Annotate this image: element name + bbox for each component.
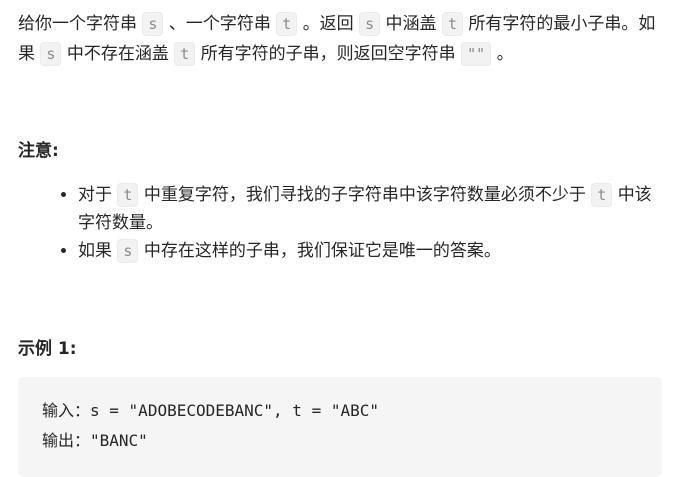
intro-text: 给你一个字符串	[18, 14, 137, 34]
intro-text: 。	[496, 44, 514, 64]
note-text: 如果	[78, 241, 112, 261]
code-t: t	[441, 12, 463, 36]
notes-list: 对于 t 中重复字符，我们寻找的子字符串中该字符数量必须不少于 t 中该字符数量…	[18, 181, 668, 265]
output-label: 输出：	[42, 431, 91, 450]
list-item: 如果 s 中存在这样的子串，我们保证它是唯一的答案。	[78, 237, 668, 265]
example-output: 输出："BANC"	[42, 427, 148, 451]
code-s: s	[142, 12, 164, 36]
code-t: t	[591, 183, 613, 207]
note-text: 中重复字符，我们寻找的子字符串中该字符数量必须不少于	[143, 185, 586, 205]
problem-description: 给你一个字符串 s 、一个字符串 t 。返回 s 中涵盖 t 所有字符的最小子串…	[18, 9, 668, 69]
intro-text: 中涵盖	[385, 14, 437, 34]
code-s: s	[40, 42, 62, 66]
note-text: 对于	[78, 185, 112, 205]
input-label: 输入：	[42, 401, 91, 420]
output-value: "BANC"	[90, 431, 148, 450]
intro-text: 。返回	[302, 14, 354, 34]
code-empty-string: ""	[461, 42, 492, 66]
example-block: 输入：s = "ADOBECODEBANC", t = "ABC" 输出："BA…	[18, 377, 662, 477]
input-value: s = "ADOBECODEBANC", t = "ABC"	[90, 401, 379, 420]
intro-text: 、一个字符串	[168, 14, 271, 34]
code-s: s	[117, 239, 139, 263]
note-heading: 注意:	[18, 141, 59, 161]
note-text: 中存在这样的子串，我们保证它是唯一的答案。	[143, 241, 501, 261]
code-t: t	[276, 12, 298, 36]
code-t: t	[117, 183, 139, 207]
example-input: 输入：s = "ADOBECODEBANC", t = "ABC"	[42, 397, 379, 421]
example-heading: 示例 1:	[18, 339, 77, 359]
intro-text: 所有字符的子串，则返回空字符串	[200, 44, 456, 64]
code-s: s	[359, 12, 381, 36]
list-item: 对于 t 中重复字符，我们寻找的子字符串中该字符数量必须不少于 t 中该字符数量…	[78, 181, 668, 237]
intro-text: 中不存在涵盖	[66, 44, 169, 64]
code-t: t	[174, 42, 196, 66]
